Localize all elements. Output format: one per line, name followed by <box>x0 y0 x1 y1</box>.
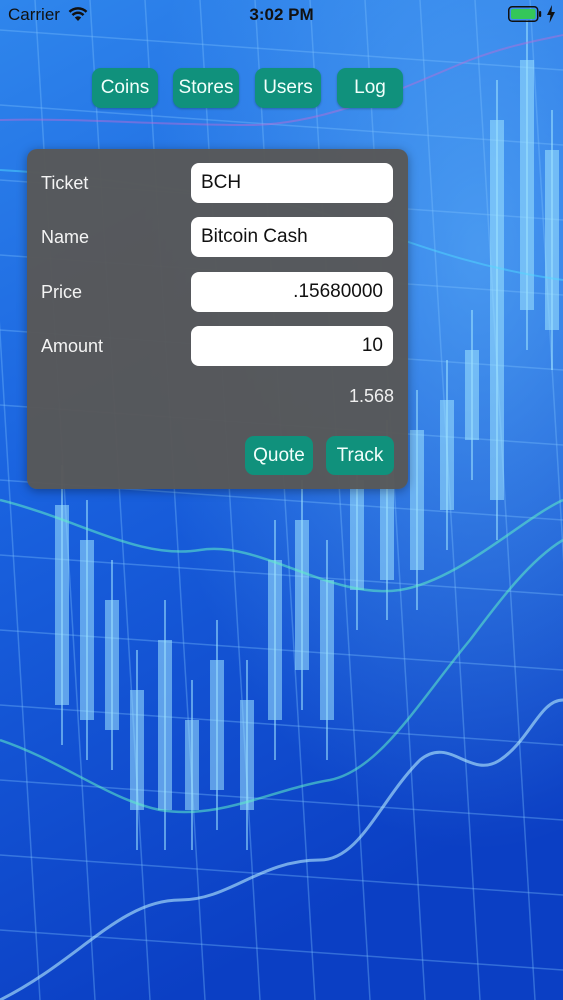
stores-button[interactable]: Stores <box>173 68 239 108</box>
name-input[interactable]: Bitcoin Cash <box>191 217 393 257</box>
amount-label: Amount <box>41 336 104 356</box>
name-label: Name <box>41 227 90 247</box>
price-input[interactable]: .15680000 <box>191 272 393 312</box>
coin-form-panel: Ticket BCH Name Bitcoin Cash Price .1568… <box>27 149 408 489</box>
log-button[interactable]: Log <box>337 68 403 108</box>
ticket-input[interactable]: BCH <box>191 163 393 203</box>
users-button[interactable]: Users <box>255 68 321 108</box>
price-label: Price <box>41 282 83 302</box>
track-button[interactable]: Track <box>326 436 394 475</box>
amount-input[interactable]: 10 <box>191 326 393 366</box>
coins-button[interactable]: Coins <box>92 68 158 108</box>
app-screen: Carrier 3:02 PM Coins Stores Users Log T… <box>0 0 563 1000</box>
ticket-label: Ticket <box>41 173 89 193</box>
status-bar: Carrier 3:02 PM <box>0 0 563 30</box>
total-value: 1.568 <box>348 386 394 406</box>
status-time: 3:02 PM <box>249 5 314 24</box>
quote-button[interactable]: Quote <box>245 436 313 475</box>
charging-icon <box>547 5 555 23</box>
battery-icon <box>508 6 542 22</box>
